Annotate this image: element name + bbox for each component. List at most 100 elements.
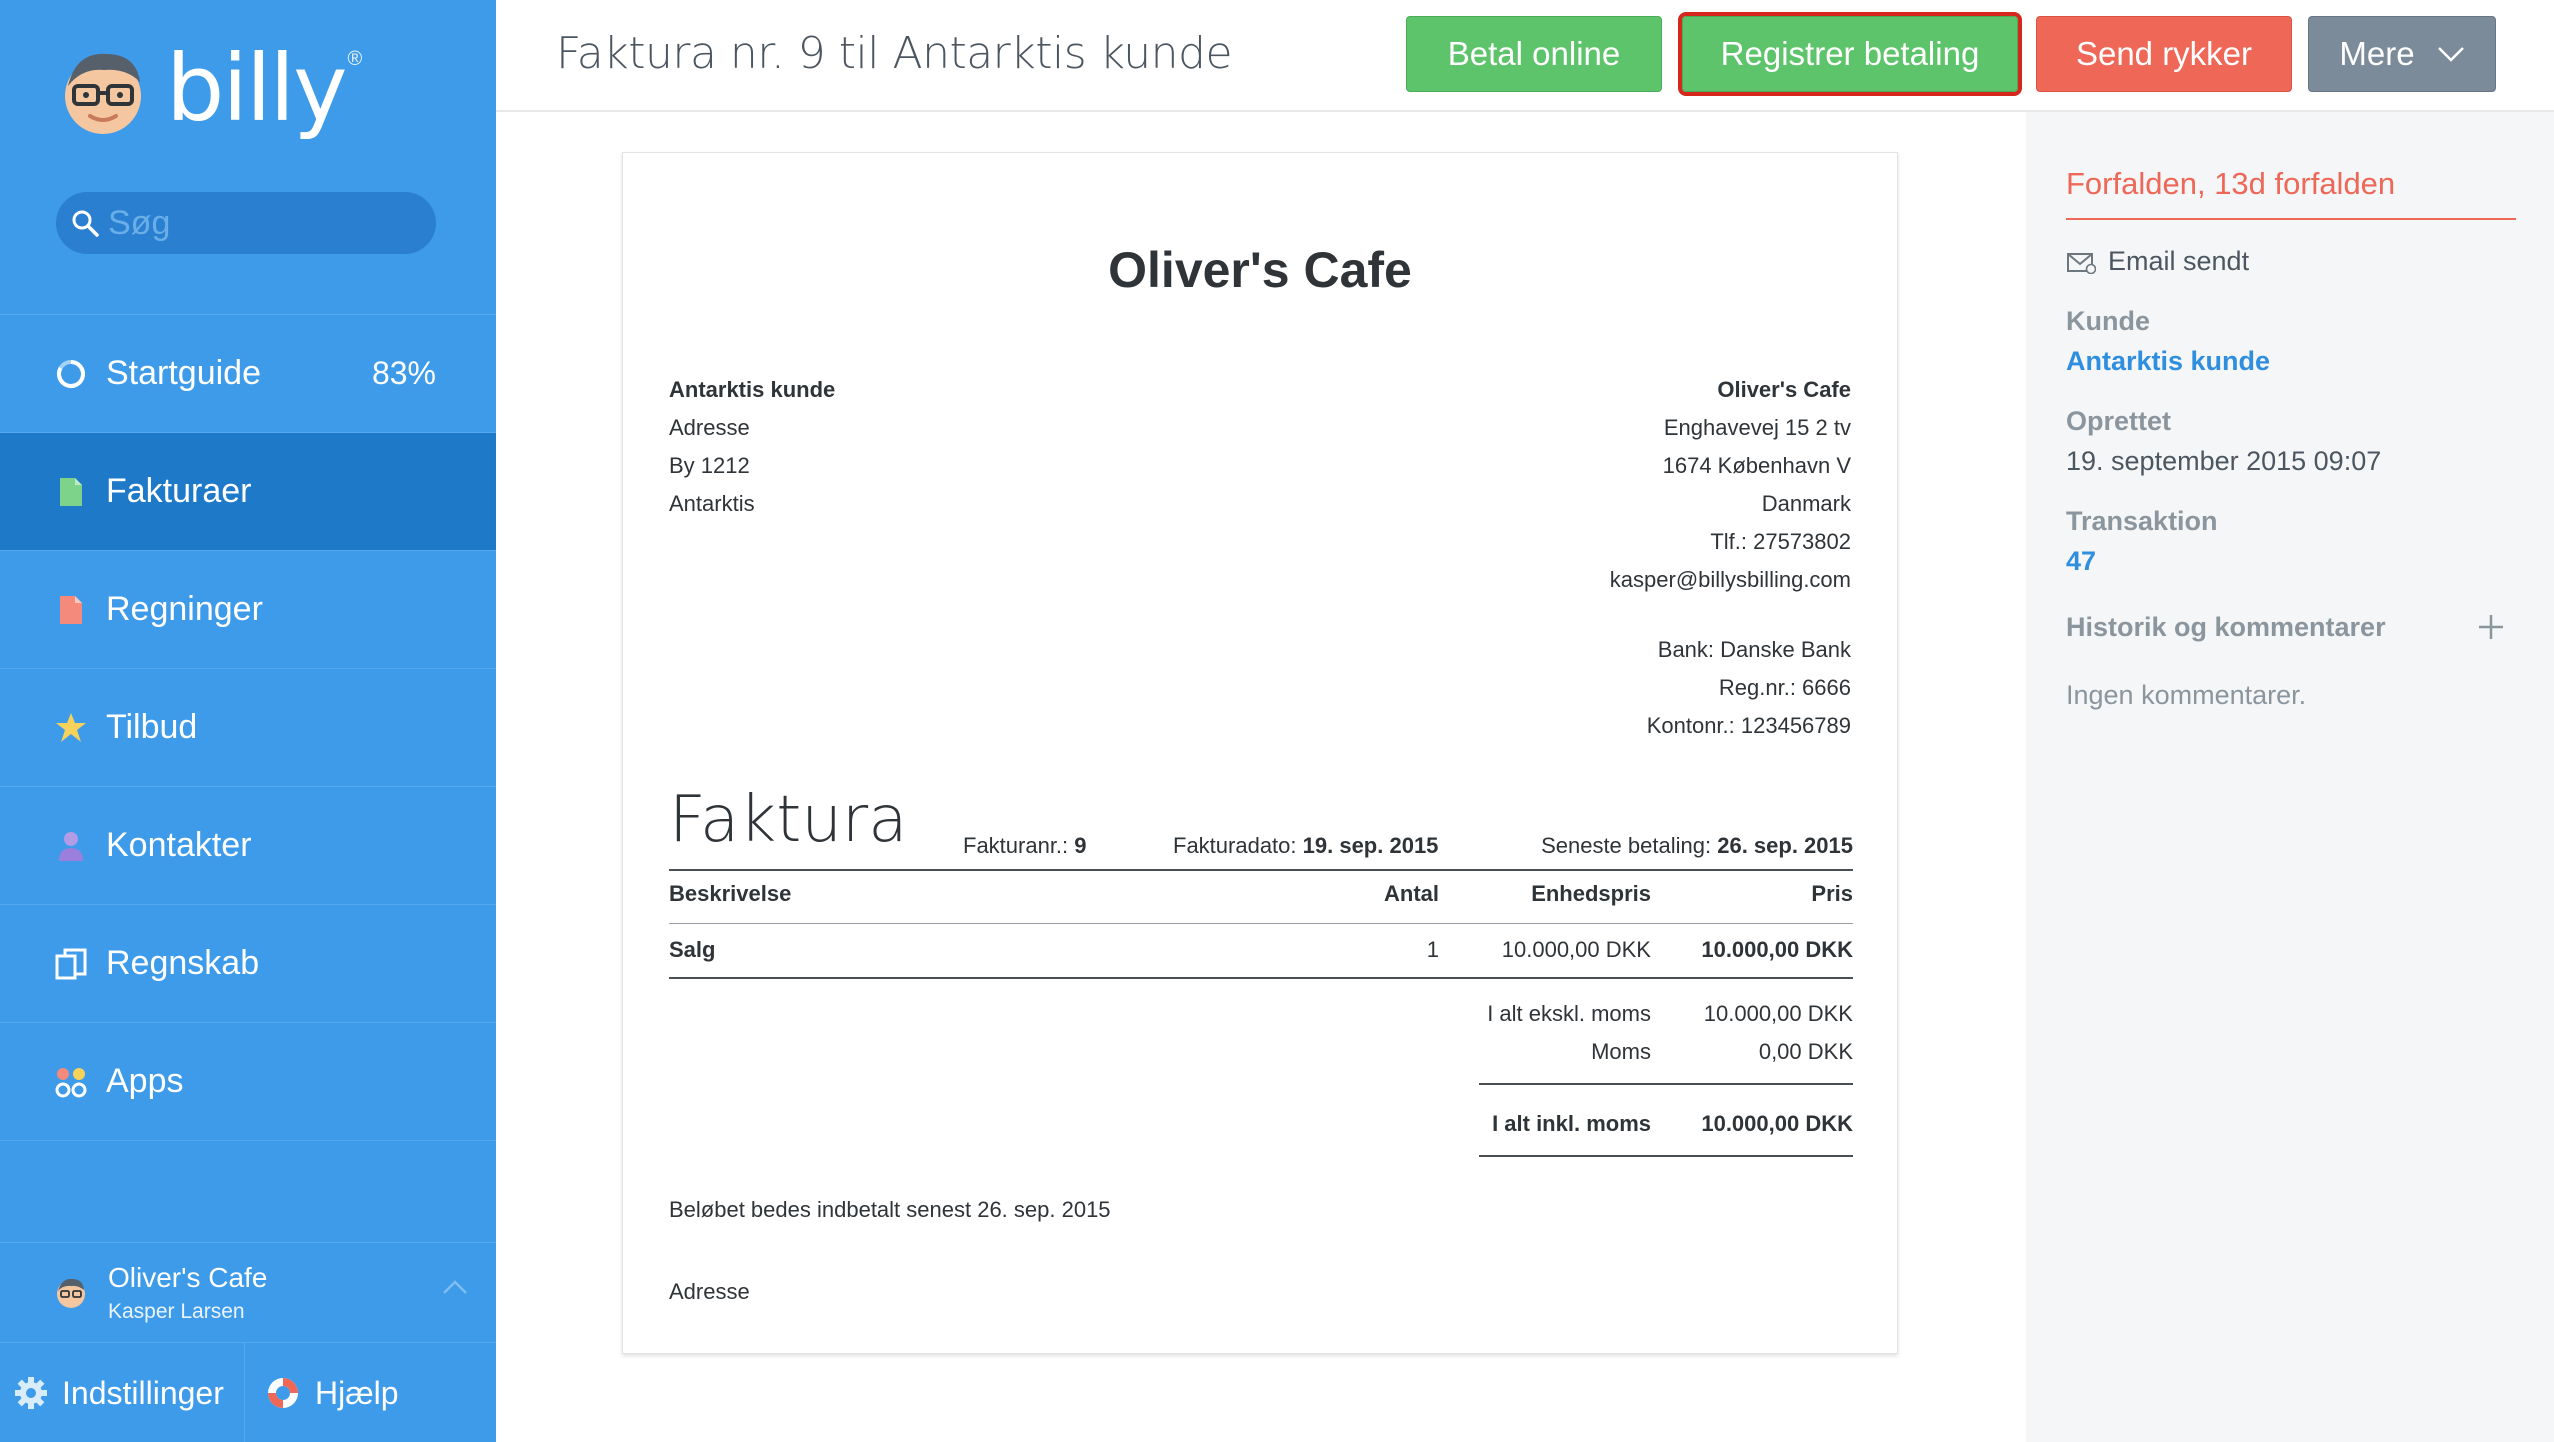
more-label: Mere (2339, 35, 2415, 72)
customer-city: By 1212 (669, 453, 750, 478)
total-excl-label: I alt ekskl. moms (1487, 1001, 1651, 1026)
send-reminder-button[interactable]: Send rykker (2036, 16, 2292, 92)
person-icon (54, 829, 88, 863)
sidebar-item-label: Regninger (106, 590, 263, 628)
search-icon (72, 210, 99, 237)
line-description: Salg (669, 937, 716, 962)
sidebar-item-label: Apps (106, 1062, 184, 1100)
status-badge: Forfalden, 13d forfalden (2066, 166, 2516, 220)
invoice-heading: Faktura (669, 783, 908, 857)
customer-link[interactable]: Antarktis kunde (2066, 346, 2270, 377)
progress-ring-icon (54, 357, 88, 391)
no-comments-text: Ingen kommentarer. (2066, 680, 2307, 710)
sidebar: billy ® Startguide 83% Fakturaer Re (0, 0, 496, 1442)
brand-name: billy (166, 35, 348, 142)
invoice-heading-row: Faktura Fakturanr.: 9 Fakturadato: 19. s… (669, 783, 1853, 873)
add-comment-icon[interactable] (2476, 612, 2506, 642)
sidebar-item-label: Fakturaer (106, 472, 252, 510)
sidebar-item-fakturaer[interactable]: Fakturaer (0, 432, 496, 550)
more-button[interactable]: Mere (2308, 16, 2496, 92)
sender-street: Enghavevej 15 2 tv (1663, 415, 1851, 440)
invoice-date: Fakturadato: 19. sep. 2015 (1173, 833, 1439, 858)
bill-document-icon (54, 593, 88, 627)
customer-street: Adresse (669, 415, 750, 440)
email-sent-label: Email sendt (2108, 246, 2250, 276)
created-label: Oprettet (2066, 406, 2172, 436)
sidebar-item-tilbud[interactable]: Tilbud (0, 668, 496, 786)
sender-country: Danmark (1761, 491, 1851, 516)
invoice-number: Fakturanr.: 9 (963, 833, 1087, 858)
pay-online-button[interactable]: Betal online (1406, 16, 1662, 92)
sidebar-item-label: Tilbud (106, 708, 198, 746)
line-qty: 1 (1426, 937, 1439, 962)
column-unit-price: Enhedspris (1531, 881, 1651, 906)
organization-switcher[interactable]: Oliver's Cafe Kasper Larsen (0, 1242, 496, 1342)
divider (669, 923, 1853, 924)
column-description: Beskrivelse (669, 881, 792, 906)
total-excl-vat-row: I alt ekskl. moms 10.000,00 DKK (669, 1001, 1853, 1041)
total-excl-value: 10.000,00 DKK (1703, 1001, 1853, 1026)
help-label: Hjælp (315, 1374, 399, 1411)
total-incl-value: 10.000,00 DKK (1701, 1111, 1853, 1136)
table-header: Beskrivelse Antal Enhedspris Pris (669, 881, 1853, 921)
column-qty: Antal (1384, 881, 1439, 906)
top-toolbar: Faktura nr. 9 til Antarktis kunde Betal … (496, 0, 2554, 112)
table-row: Salg 1 10.000,00 DKK 10.000,00 DKK (669, 937, 1853, 977)
email-sent-status: Email sendt (2066, 246, 2249, 277)
divider (1479, 1083, 1853, 1085)
avatar (57, 1278, 85, 1308)
main-nav: Startguide 83% Fakturaer Regninger Tilbu… (0, 314, 496, 1141)
invoice-viewer: Oliver's Cafe Antarktis kunde Adresse By… (496, 112, 2026, 1442)
sidebar-item-label: Kontakter (106, 826, 252, 864)
billy-mascot-icon (65, 53, 141, 134)
invoice-due-date: Seneste betaling: 26. sep. 2015 (1541, 833, 1853, 858)
column-price: Pris (1811, 881, 1853, 906)
transaction-link[interactable]: 47 (2066, 546, 2096, 577)
settings-label: Indstillinger (62, 1374, 224, 1411)
sidebar-item-kontakter[interactable]: Kontakter (0, 786, 496, 904)
register-payment-button[interactable]: Registrer betaling (1678, 12, 2022, 96)
chevron-up-icon (443, 1280, 467, 1294)
sidebar-item-regninger[interactable]: Regninger (0, 550, 496, 668)
help-button[interactable]: Hjælp (245, 1343, 399, 1442)
startguide-progress: 83% (371, 355, 436, 391)
divider (669, 977, 1853, 979)
invoice-paper: Oliver's Cafe Antarktis kunde Adresse By… (622, 152, 1898, 1354)
total-incl-label: I alt inkl. moms (1492, 1111, 1651, 1136)
sender-email: kasper@billysbilling.com (1609, 567, 1851, 592)
search-box[interactable] (56, 192, 436, 254)
settings-button[interactable]: Indstillinger (0, 1343, 245, 1442)
divider (669, 869, 1853, 871)
total-incl-vat-row: I alt inkl. moms 10.000,00 DKK (669, 1111, 1853, 1151)
billy-logo[interactable]: billy ® (56, 38, 362, 148)
vat-label: Moms (1591, 1039, 1651, 1064)
bank-details: Bank: Danske Bank Reg.nr.: 6666 Kontonr.… (1647, 631, 1851, 745)
created-value: 19. september 2015 09:07 (2066, 446, 2382, 476)
customer-address: Antarktis kunde Adresse By 1212 Antarkti… (669, 371, 835, 523)
history-label: Historik og kommentarer (2066, 612, 2386, 642)
apps-icon (54, 1065, 88, 1099)
invoice-document-icon (54, 475, 88, 509)
sidebar-item-apps[interactable]: Apps (0, 1022, 496, 1140)
registered-mark: ® (347, 47, 363, 70)
sidebar-item-label: Regnskab (106, 944, 260, 982)
gear-icon (15, 1377, 47, 1409)
search-input[interactable] (108, 203, 398, 243)
vat-value: 0,00 DKK (1758, 1039, 1853, 1064)
user-name: Kasper Larsen (108, 1299, 245, 1323)
sender-city: 1674 København V (1662, 453, 1851, 478)
star-badge-icon (54, 711, 88, 745)
sidebar-footer: Indstillinger Hjælp (0, 1342, 496, 1442)
customer-name: Antarktis kunde (669, 377, 836, 402)
sidebar-item-regnskab[interactable]: Regnskab (0, 904, 496, 1022)
organization-name: Oliver's Cafe (108, 1261, 268, 1293)
customer-label: Kunde (2066, 306, 2150, 336)
sender-address: Oliver's Cafe Enghavevej 15 2 tv 1674 Kø… (1610, 371, 1851, 599)
bank-name: Bank: Danske Bank (1657, 637, 1851, 662)
lifebuoy-icon (268, 1378, 298, 1408)
payment-note: Beløbet bedes indbetalt senest 26. sep. … (669, 1197, 1111, 1222)
sender-phone: Tlf.: 27573802 (1710, 529, 1851, 554)
nav-divider (0, 1140, 496, 1141)
sidebar-item-startguide[interactable]: Startguide 83% (0, 314, 496, 432)
invoice-details-panel: Forfalden, 13d forfalden Email sendt Kun… (2026, 112, 2554, 1442)
